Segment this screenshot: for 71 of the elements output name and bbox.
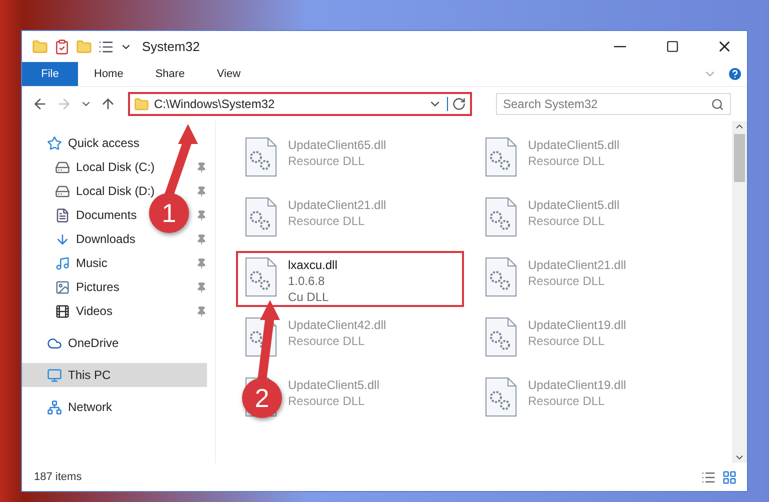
file-name[interactable]: lxaxcu.dll [288, 257, 338, 273]
sidebar-item-icon [47, 400, 62, 414]
sidebar-item-icon [55, 304, 70, 318]
file-type: Resource DLL [528, 393, 606, 409]
properties-icon[interactable] [54, 38, 70, 54]
ribbon-tab[interactable]: Home [78, 62, 140, 86]
gear-file-icon [244, 197, 278, 237]
minimize-icon [614, 46, 626, 48]
sidebar-item[interactable]: Pictures [22, 275, 128, 299]
file-type: Resource DLL [288, 333, 366, 349]
file-type: Resource DLL [528, 153, 606, 169]
sidebar-item-icon [55, 184, 70, 198]
list-icon[interactable] [98, 38, 114, 54]
sidebar-item[interactable]: Documents [22, 203, 145, 227]
ribbon-tab[interactable]: Share [139, 62, 201, 86]
large-icons-view-icon[interactable] [722, 470, 737, 484]
file-type: Resource DLL [528, 213, 606, 229]
address-path: C:\Windows\System32 [154, 97, 276, 111]
sidebar-item[interactable]: Local Disk (C:) [22, 155, 163, 179]
pin-icon [196, 258, 207, 268]
sidebar-item[interactable]: Downloads [22, 227, 144, 251]
search-field[interactable]: Search System32 [496, 93, 731, 115]
gear-file-icon [244, 137, 278, 177]
file-item[interactable]: lxaxcu.dll 1.0.6.8 Cu DLL [236, 251, 464, 307]
sidebar-item[interactable]: This PC [22, 363, 207, 387]
gear-file-icon [484, 317, 518, 357]
sidebar-item-icon [47, 368, 62, 382]
details-view-icon[interactable] [701, 470, 716, 484]
sidebar-item[interactable]: Quick access [22, 131, 207, 155]
file-type: Resource DLL [288, 393, 366, 409]
sidebar-item-icon [47, 136, 62, 150]
gear-file-icon [484, 137, 518, 177]
scrollbar[interactable] [732, 121, 747, 463]
forward-icon [56, 96, 72, 112]
file-type: Resource DLL [528, 333, 606, 349]
gear-file-icon [484, 377, 518, 417]
window-title: System32 [142, 39, 201, 54]
sidebar-item-icon [55, 160, 70, 174]
ribbon-tab[interactable]: File [22, 62, 78, 86]
sidebar-item-icon [55, 232, 70, 246]
sidebar-item[interactable]: Music [22, 251, 116, 275]
folder-icon [134, 96, 149, 112]
file-type: Cu DLL [288, 289, 330, 305]
sidebar-item-icon [55, 280, 70, 294]
sidebar-item-icon [47, 336, 62, 350]
sidebar-item-icon [55, 208, 70, 222]
sidebar-item[interactable]: Network [22, 395, 207, 419]
file-version: 1.0.6.8 [288, 273, 326, 289]
help-icon[interactable] [727, 66, 743, 82]
pin-icon [196, 186, 207, 196]
file-type: Resource DLL [288, 153, 366, 169]
pin-icon [196, 162, 207, 172]
scrollbar-thumb[interactable] [734, 134, 745, 182]
up-icon [100, 96, 116, 112]
gear-file-icon [484, 257, 518, 297]
pin-icon [196, 282, 207, 292]
item-count: 187 items [34, 471, 83, 483]
file-type: Resource DLL [528, 273, 606, 289]
ribbon-tab[interactable]: View [200, 62, 257, 86]
maximize-icon [666, 40, 678, 53]
pin-icon [196, 210, 207, 220]
sidebar-item-icon [55, 256, 70, 270]
pin-icon [196, 306, 207, 316]
sidebar-item[interactable]: Videos [22, 299, 120, 323]
address-bar[interactable]: C:\Windows\System32 [128, 92, 472, 116]
gear-file-icon [244, 257, 278, 297]
pin-icon [196, 234, 207, 244]
gear-file-icon [484, 197, 518, 237]
file-type: Resource DLL [288, 213, 366, 229]
sidebar-item[interactable]: OneDrive [22, 331, 207, 355]
back-icon [32, 96, 48, 112]
